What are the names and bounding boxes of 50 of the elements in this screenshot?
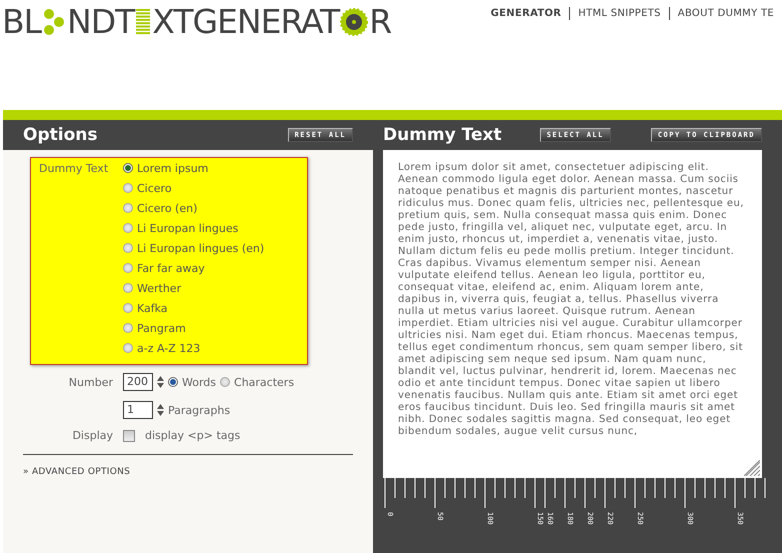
radio-label: Cicero: [137, 182, 172, 194]
bars-icon: [135, 9, 152, 35]
radio-label: Cicero (en): [137, 202, 198, 214]
gear-icon: [340, 8, 368, 36]
field-label: Display: [71, 429, 113, 442]
radio-button[interactable]: [123, 283, 133, 293]
spinner-icon[interactable]: [157, 403, 164, 417]
nav-link[interactable]: ABOUT DUMMY TE: [668, 7, 782, 20]
number-field[interactable]: 1: [123, 401, 153, 419]
radio-button[interactable]: [123, 163, 133, 173]
radio-button[interactable]: [123, 323, 133, 333]
radio-button[interactable]: [123, 183, 133, 193]
radio-label: Kafka: [137, 302, 168, 314]
nav-link[interactable]: GENERATOR: [482, 7, 570, 20]
generated-text: Lorem ipsum dolor sit amet, consectetuer adipiscing elit. Aenean commodo ligula eget dolor. Aenean massa. Cum sociis natoque penatibus et magnis dis parturient montes, nascetur ridiculus mus. Donec quam felis, ultricies nec, pellentesque eu, pretium quis, sem. Nulla consequat massa quis enim. Donec pede justo, fringilla vel, aliquet nec, vulputate eget, arcu. In enim justo, rhoncus ut, imperdiet a, venenatis vitae, justo. Nullam dictum felis eu pede mollis pretium. Integer tincidunt. Cras dapibus. Vivamus elementum semper nisi. Aenean vulputate eleifend tellus. Aenean leo ligula, porttitor eu, consequat vitae, eleifend ac, enim. Aliquam lorem ante, dapibus in, viverra quis, feugiat a, tellus. Phasellus viverra nulla ut metus varius laoreet. Quisque rutrum. Aenean imperdiet. Etiam ultricies nisi vel augue. Curabitur ullamcorper ultricies nisi. Nam eget dui. Etiam rhoncus. Maecenas tempus, tellus eget condimentum rhoncus, sem quam semper libero, sit amet adipiscing sem neque sed ipsum. Nam quam nunc, blandit vel, luctus pulvinar, hendrerit id, lorem. Maecenas nec odio et ante tincidunt tempus. Donec vitae sapien ut libero venenatis faucibus. Nullam quis ante. Etiam sit amet orci eget eros faucibus tincidunt. Duis leo. Sed fringilla mauris sit amet nibh. Donec sodales sagittis magna. Sed consequat, leo eget bibendum sodales, augue velit cursus nunc,: [398, 162, 745, 438]
radio-button[interactable]: [123, 223, 133, 233]
radio-label: Lorem ipsum: [137, 162, 208, 174]
radio-button[interactable]: [123, 263, 133, 273]
field-label: Dummy Text: [39, 162, 110, 177]
radio-label: a-z A-Z 123: [137, 342, 200, 354]
radio-label: Far far away: [137, 262, 205, 274]
radio-label: Li Europan lingues (en): [137, 242, 264, 254]
radio-label: Words: [182, 376, 216, 388]
radio-button[interactable]: [123, 243, 133, 253]
number-field[interactable]: 200: [123, 373, 153, 391]
logo-text: XTGENERAT: [152, 4, 340, 40]
nav-link[interactable]: HTML SNIPPETS: [569, 7, 669, 20]
logo-text: R: [369, 4, 392, 40]
radio-label: Pangram: [137, 322, 186, 334]
logo-text: NDT: [67, 4, 134, 40]
panel-title: Dummy Text: [383, 125, 503, 145]
field-label: Number: [68, 376, 113, 388]
radio-button[interactable]: [123, 303, 133, 313]
radio-button[interactable]: [220, 377, 230, 387]
dots-icon: [42, 7, 66, 37]
checkbox[interactable]: [123, 430, 135, 442]
advanced-options-link[interactable]: » ADVANCED OPTIONS: [23, 467, 373, 477]
radio-button[interactable]: [168, 377, 178, 387]
resize-grip-icon[interactable]: [744, 460, 760, 476]
field-label: Paragraphs: [168, 404, 230, 416]
checkbox-label: display <p> tags: [145, 429, 240, 442]
text-area[interactable]: [383, 150, 762, 478]
radio-button[interactable]: [123, 203, 133, 213]
logo-text: BL: [2, 4, 42, 40]
radio-label: Werther: [137, 282, 182, 294]
radio-label: Li Europan lingues: [137, 222, 238, 234]
spinner-icon[interactable]: [157, 375, 164, 389]
radio-button[interactable]: [123, 343, 133, 353]
panel-title: Options: [23, 125, 98, 145]
radio-label: Characters: [234, 376, 294, 388]
